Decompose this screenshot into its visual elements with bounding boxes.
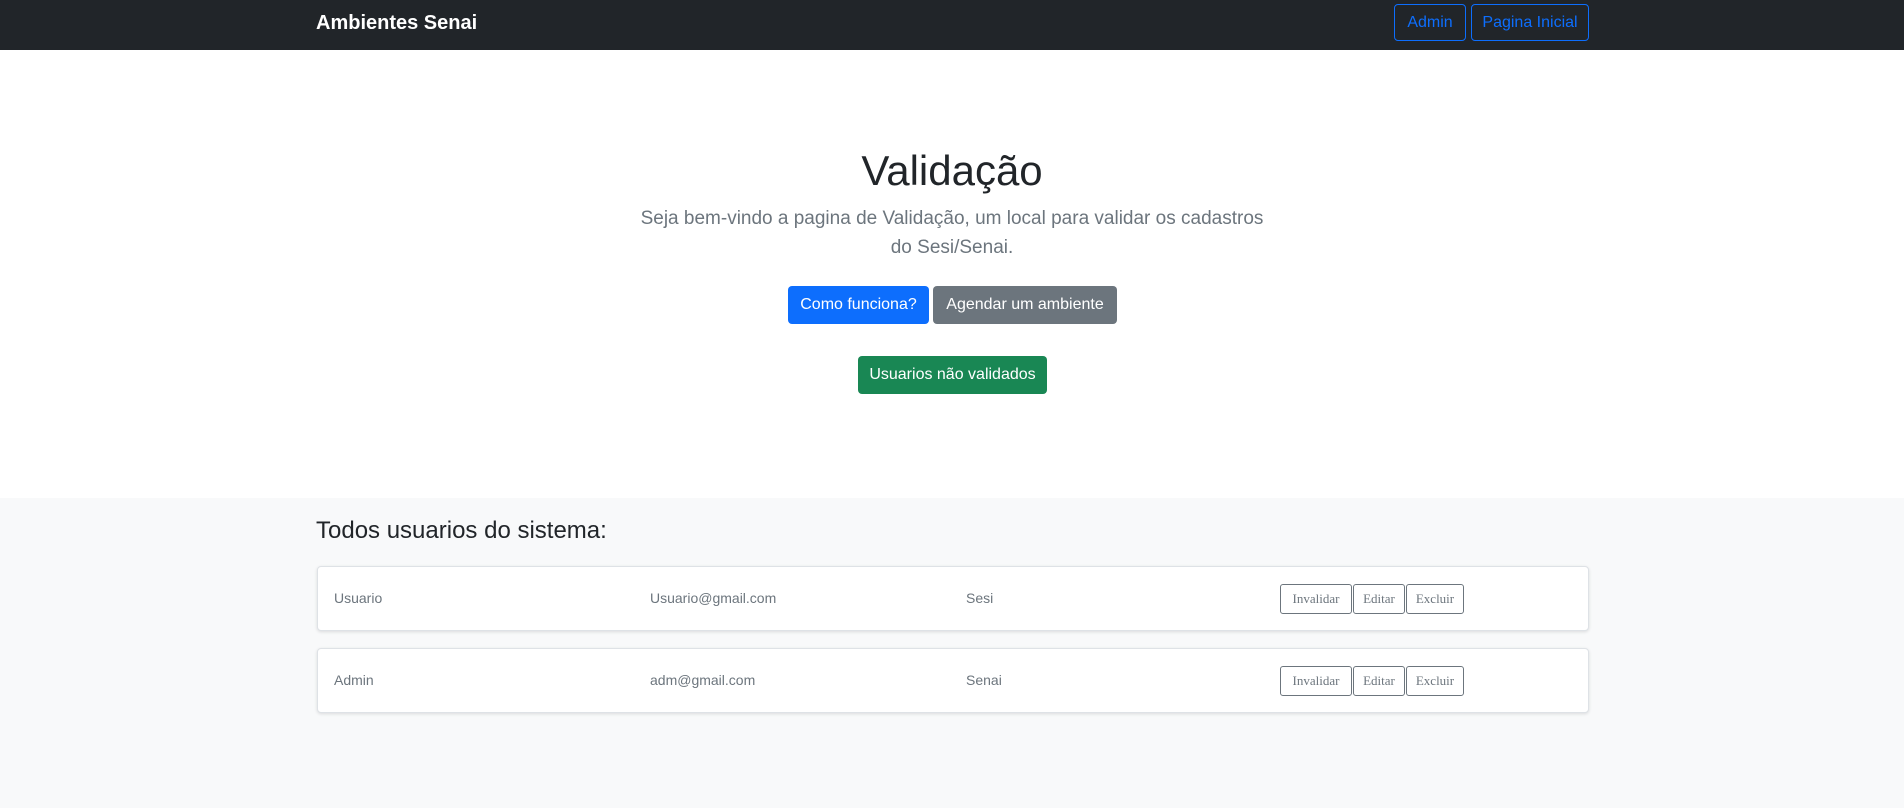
admin-button[interactable]: Admin bbox=[1394, 4, 1466, 41]
user-row: Admin adm@gmail.com Senai Invalidar Edit… bbox=[317, 648, 1589, 713]
invalidate-button[interactable]: Invalidar bbox=[1280, 666, 1352, 696]
page-lead-text: Seja bem-vindo a pagina de Validação, um… bbox=[640, 208, 1264, 258]
delete-button[interactable]: Excluir bbox=[1406, 666, 1464, 696]
top-navbar: Ambientes Senai Admin Pagina Inicial bbox=[0, 0, 1904, 50]
home-page-button[interactable]: Pagina Inicial bbox=[1471, 4, 1589, 41]
schedule-environment-button[interactable]: Agendar um ambiente bbox=[933, 286, 1117, 324]
user-name: Admin bbox=[334, 672, 374, 688]
user-email: Usuario@gmail.com bbox=[650, 590, 777, 606]
edit-button[interactable]: Editar bbox=[1353, 666, 1405, 696]
user-organization: Senai bbox=[966, 672, 1002, 688]
user-name: Usuario bbox=[334, 590, 383, 606]
brand-title[interactable]: Ambientes Senai bbox=[316, 12, 477, 34]
invalidate-button[interactable]: Invalidar bbox=[1280, 584, 1352, 614]
users-section-title: Todos usuarios do sistema: bbox=[316, 517, 607, 544]
how-it-works-button[interactable]: Como funciona? bbox=[788, 286, 929, 324]
edit-button[interactable]: Editar bbox=[1353, 584, 1405, 614]
unvalidated-users-button[interactable]: Usuarios não validados bbox=[858, 356, 1047, 394]
page-title: Validação bbox=[861, 147, 1043, 194]
user-row: Usuario Usuario@gmail.com Sesi Invalidar… bbox=[317, 566, 1589, 631]
users-section: Todos usuarios do sistema: Usuario Usuar… bbox=[0, 498, 1904, 808]
delete-button[interactable]: Excluir bbox=[1406, 584, 1464, 614]
user-email: adm@gmail.com bbox=[650, 672, 756, 688]
hero-section: Validação Seja bem-vindo a pagina de Val… bbox=[0, 50, 1904, 498]
user-organization: Sesi bbox=[966, 590, 994, 606]
